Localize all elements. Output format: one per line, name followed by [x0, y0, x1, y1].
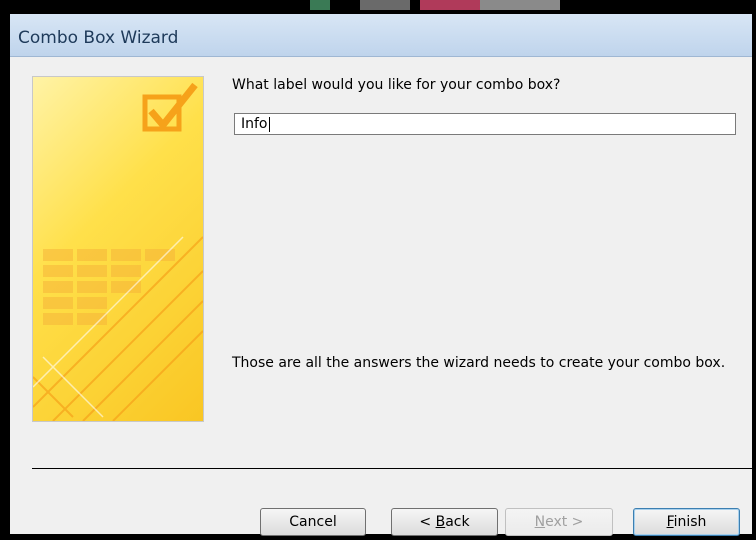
footer-divider	[32, 468, 752, 469]
checkmark-art-icon	[33, 82, 203, 421]
finish-button[interactable]: Finish	[633, 508, 740, 536]
back-button[interactable]: < Back	[391, 508, 498, 536]
cancel-button-label: Cancel	[289, 514, 337, 530]
back-button-prefix: <	[419, 514, 436, 530]
back-button-accel: B	[435, 514, 446, 530]
cancel-button[interactable]: Cancel	[260, 508, 366, 536]
background-window-fragment	[360, 0, 410, 10]
window-frame-edge	[752, 0, 756, 540]
combo-box-label-input[interactable]	[234, 113, 736, 135]
finish-button-rest: inish	[673, 514, 707, 530]
title-bar[interactable]: Combo Box Wizard	[10, 14, 752, 57]
background-window-fragment	[420, 0, 480, 10]
background-window-fragment	[480, 0, 560, 10]
wizard-info-text: Those are all the answers the wizard nee…	[232, 355, 726, 371]
finish-button-accel: F	[666, 514, 674, 530]
desktop-background	[0, 0, 756, 12]
text-caret	[269, 117, 270, 132]
next-button-rest: ext >	[545, 514, 584, 530]
label-prompt: What label would you like for your combo…	[232, 77, 561, 93]
next-button-accel: N	[534, 514, 546, 530]
dialog-title: Combo Box Wizard	[18, 28, 179, 48]
wizard-art-panel	[32, 76, 204, 422]
back-button-rest: ack	[445, 514, 470, 530]
background-window-fragment	[310, 0, 330, 10]
next-button[interactable]: Next >	[505, 508, 613, 536]
combo-box-wizard-dialog: Combo Box Wizard What label would you li…	[10, 14, 752, 534]
